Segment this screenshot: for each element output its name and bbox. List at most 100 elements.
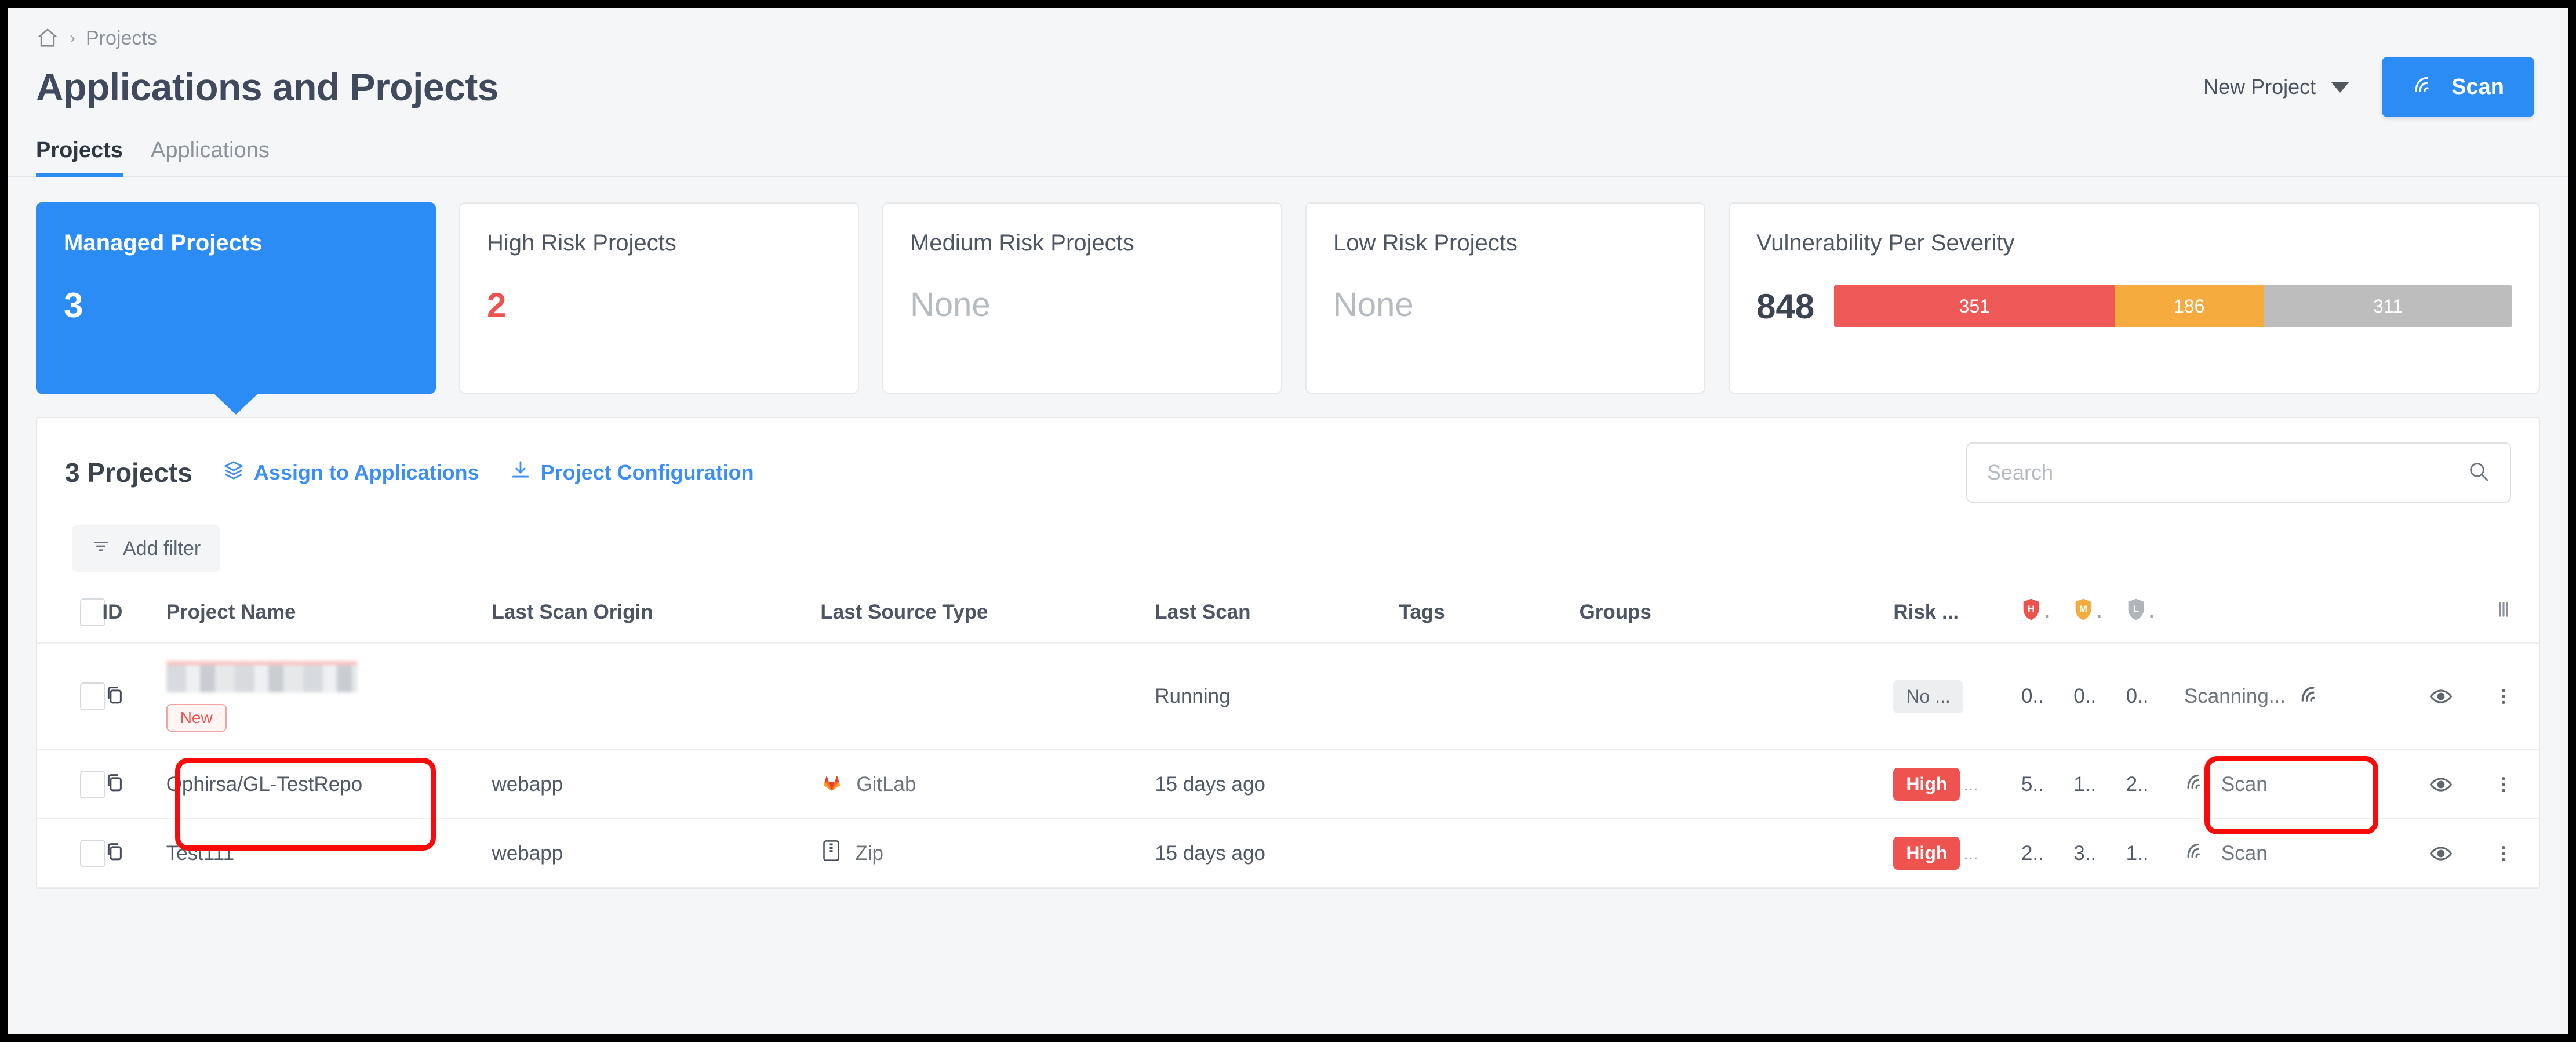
th-risk[interactable]: Risk ... [1893, 585, 2022, 644]
severity-segment-medium[interactable]: 186 [2115, 285, 2264, 327]
row-risk-cell: High... [1893, 750, 2022, 819]
row-action-cell[interactable]: Scan [2184, 750, 2429, 819]
new-project-dropdown[interactable]: New Project [2203, 75, 2350, 99]
row-project-name-cell[interactable]: Test111 [166, 819, 492, 888]
th-id[interactable]: ID [102, 585, 166, 644]
card-low-risk-projects[interactable]: Low Risk Projects None [1305, 202, 1705, 394]
scanning-icon [2298, 681, 2324, 712]
row-tags-cell [1399, 750, 1580, 819]
row-groups-cell [1579, 643, 1894, 750]
card-value: 2 [487, 286, 507, 325]
th-select-all [37, 585, 105, 644]
th-column-settings[interactable] [2492, 585, 2539, 644]
th-last-scan-origin[interactable]: Last Scan Origin [492, 585, 821, 644]
th-actions [2184, 585, 2429, 644]
more-vertical-icon[interactable] [2493, 774, 2539, 796]
card-label: Managed Projects [64, 230, 263, 256]
home-icon[interactable] [36, 27, 59, 50]
filter-icon [92, 537, 110, 561]
severity-bar-row: 848 351 186 311 [1756, 285, 2512, 327]
th-low-severity[interactable]: L . [2126, 585, 2184, 644]
card-managed-projects[interactable]: Managed Projects 3 [36, 202, 436, 415]
summary-cards: Managed Projects 3 High Risk Projects 2 … [8, 177, 2568, 417]
row-menu-cell[interactable] [2492, 819, 2539, 888]
row-low-count: 1.. [2126, 819, 2184, 888]
row-medium-count: 0.. [2073, 643, 2126, 750]
th-medium-severity[interactable]: M . [2073, 585, 2126, 644]
search-input[interactable] [1987, 460, 2467, 485]
download-icon [510, 459, 532, 486]
row-action-cell[interactable]: Scan [2184, 819, 2429, 888]
th-high-ellipsis: . [2044, 602, 2050, 622]
copy-icon[interactable] [102, 686, 126, 711]
copy-icon[interactable] [102, 843, 126, 867]
row-scan-label: Scan [2221, 841, 2268, 865]
row-project-name-cell[interactable]: New [166, 643, 492, 750]
gitlab-icon [820, 770, 843, 798]
row-origin-cell: webapp [492, 819, 821, 888]
th-high-severity[interactable]: H . [2021, 585, 2074, 644]
more-vertical-icon[interactable] [2493, 685, 2539, 707]
table-row[interactable]: Test111 webapp Zip 15 days ago High ... … [37, 819, 2539, 888]
th-last-scan[interactable]: Last Scan [1155, 585, 1399, 644]
eye-icon[interactable] [2428, 684, 2492, 709]
row-low-count: 2.. [2126, 750, 2184, 819]
column-settings-icon[interactable] [2493, 602, 2515, 625]
th-last-source-type[interactable]: Last Source Type [820, 585, 1155, 644]
source-type-wrap: Zip [820, 839, 1155, 867]
severity-segment-low[interactable]: 311 [2263, 285, 2512, 327]
row-scan-label: Scan [2221, 772, 2268, 796]
row-origin-cell [492, 643, 821, 750]
scan-button[interactable]: Scan [2382, 57, 2534, 117]
search-box[interactable] [1966, 442, 2511, 503]
eye-icon[interactable] [2428, 772, 2492, 797]
th-project-name[interactable]: Project Name [166, 585, 492, 644]
breadcrumb-separator: › [70, 28, 75, 48]
row-select-cell [37, 819, 105, 888]
app-window: › Projects Applications and Projects New… [8, 8, 2568, 1034]
th-tags[interactable]: Tags [1399, 585, 1580, 644]
card-medium-risk-projects[interactable]: Medium Risk Projects None [882, 202, 1282, 394]
scanning-status[interactable]: Scanning... [2184, 681, 2428, 712]
row-scan-button[interactable]: Scan [2184, 769, 2428, 799]
source-type-label: GitLab [856, 772, 916, 796]
row-tags-cell [1399, 819, 1580, 888]
filter-row: Add filter [37, 509, 2539, 585]
row-medium-count: 1.. [2073, 750, 2126, 819]
table-row[interactable]: Ophirsa/GL-TestRepo webapp GitLab 15 day… [37, 750, 2539, 819]
tab-projects[interactable]: Projects [36, 138, 123, 177]
search-icon[interactable] [2467, 460, 2490, 486]
projects-count-title: 3 Projects [65, 458, 192, 488]
scan-button-label: Scan [2451, 74, 2504, 99]
row-visibility-cell[interactable] [2428, 643, 2493, 750]
card-high-risk-projects[interactable]: High Risk Projects 2 [459, 202, 859, 394]
tab-bar: Projects Applications [8, 117, 2568, 177]
assign-to-applications-button[interactable]: Assign to Applications [223, 459, 479, 486]
row-visibility-cell[interactable] [2428, 819, 2493, 888]
row-last-scan-cell: Running [1155, 643, 1399, 750]
eye-icon[interactable] [2428, 841, 2492, 866]
more-vertical-icon[interactable] [2493, 843, 2539, 865]
severity-stacked-bar: 351 186 311 [1834, 285, 2512, 327]
severity-segment-high[interactable]: 351 [1834, 285, 2115, 327]
row-menu-cell[interactable] [2492, 750, 2539, 819]
card-vulnerability-per-severity[interactable]: Vulnerability Per Severity 848 351 186 3… [1729, 202, 2540, 394]
row-visibility-cell[interactable] [2428, 750, 2493, 819]
projects-table: ID Project Name Last Scan Origin Last So… [37, 585, 2539, 888]
row-action-cell[interactable]: Scanning... [2184, 643, 2429, 750]
row-scan-button[interactable]: Scan [2184, 838, 2428, 868]
th-groups[interactable]: Groups [1579, 585, 1894, 644]
tab-applications[interactable]: Applications [151, 138, 270, 176]
row-menu-cell[interactable] [2492, 643, 2539, 750]
row-project-name-cell[interactable]: Ophirsa/GL-TestRepo [166, 750, 492, 819]
card-label: High Risk Projects [487, 230, 676, 256]
card-label: Vulnerability Per Severity [1756, 230, 2015, 256]
add-filter-button[interactable]: Add filter [72, 525, 221, 572]
copy-icon[interactable] [102, 774, 126, 798]
redacted-project-name [166, 661, 358, 692]
add-filter-label: Add filter [123, 537, 201, 560]
breadcrumb-current[interactable]: Projects [86, 27, 157, 50]
project-configuration-button[interactable]: Project Configuration [510, 459, 754, 486]
table-row[interactable]: New Running No ... 0.. 0.. 0.. Scanning.… [37, 643, 2539, 750]
layers-icon [223, 459, 245, 486]
